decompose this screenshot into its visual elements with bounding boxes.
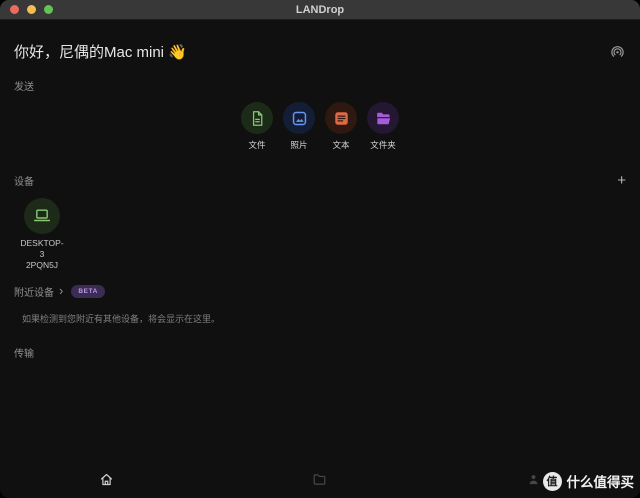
smzdm-watermark: 值 什么值得买 <box>543 471 635 491</box>
folder-icon <box>312 472 327 487</box>
device-name: DESKTOP-3 2PQN5J <box>18 238 66 271</box>
open-folder-icon <box>367 102 399 134</box>
send-file-button[interactable]: 文件 <box>241 102 274 151</box>
main-content: 你好，尼偶的Mac mini 👋 发送 <box>0 20 640 498</box>
nearby-devices-link[interactable]: 附近设备 › BETA <box>14 284 626 299</box>
file-document-icon <box>241 102 273 134</box>
beta-badge: BETA <box>71 285 105 298</box>
person-icon <box>526 472 541 487</box>
send-photo-label: 照片 <box>290 139 307 151</box>
device-item[interactable]: DESKTOP-3 2PQN5J <box>18 198 66 271</box>
devices-section-label: 设备 <box>14 173 34 188</box>
send-file-label: 文件 <box>248 139 265 151</box>
transfers-section-label: 传输 <box>14 345 626 360</box>
landrop-window: LANDrop 你好，尼偶的Mac mini 👋 发送 <box>0 0 640 498</box>
smzdm-watermark-text: 什么值得买 <box>567 471 635 491</box>
send-text-button[interactable]: 文本 <box>325 102 358 151</box>
home-icon <box>99 472 114 487</box>
send-section-label: 发送 <box>14 78 626 93</box>
send-actions-row: 文件 照片 文本 <box>14 102 626 151</box>
devices-header: 设备 + <box>14 173 626 188</box>
titlebar: LANDrop <box>0 0 640 20</box>
send-folder-label: 文件夹 <box>370 139 396 151</box>
chevron-right-icon: › <box>59 287 63 295</box>
smzdm-logo-icon: 值 <box>543 472 562 491</box>
greeting-text: 你好，尼偶的Mac mini 👋 <box>14 41 187 62</box>
greeting-row: 你好，尼偶的Mac mini 👋 <box>14 20 626 62</box>
tab-transfers[interactable] <box>213 465 426 493</box>
tab-home[interactable] <box>0 465 213 493</box>
send-text-label: 文本 <box>332 139 349 151</box>
send-photo-button[interactable]: 照片 <box>283 102 316 151</box>
nearby-empty-text: 如果检测到您附近有其他设备，将会显示在这里。 <box>22 312 626 325</box>
window-title: LANDrop <box>0 4 640 16</box>
nearby-section-label: 附近设备 <box>14 284 54 299</box>
photo-icon <box>283 102 315 134</box>
send-folder-button[interactable]: 文件夹 <box>367 102 400 151</box>
add-device-button[interactable]: + <box>617 176 626 186</box>
laptop-icon <box>24 198 60 234</box>
text-lines-icon <box>325 102 357 134</box>
broadcast-discoverable-icon[interactable] <box>608 43 626 61</box>
